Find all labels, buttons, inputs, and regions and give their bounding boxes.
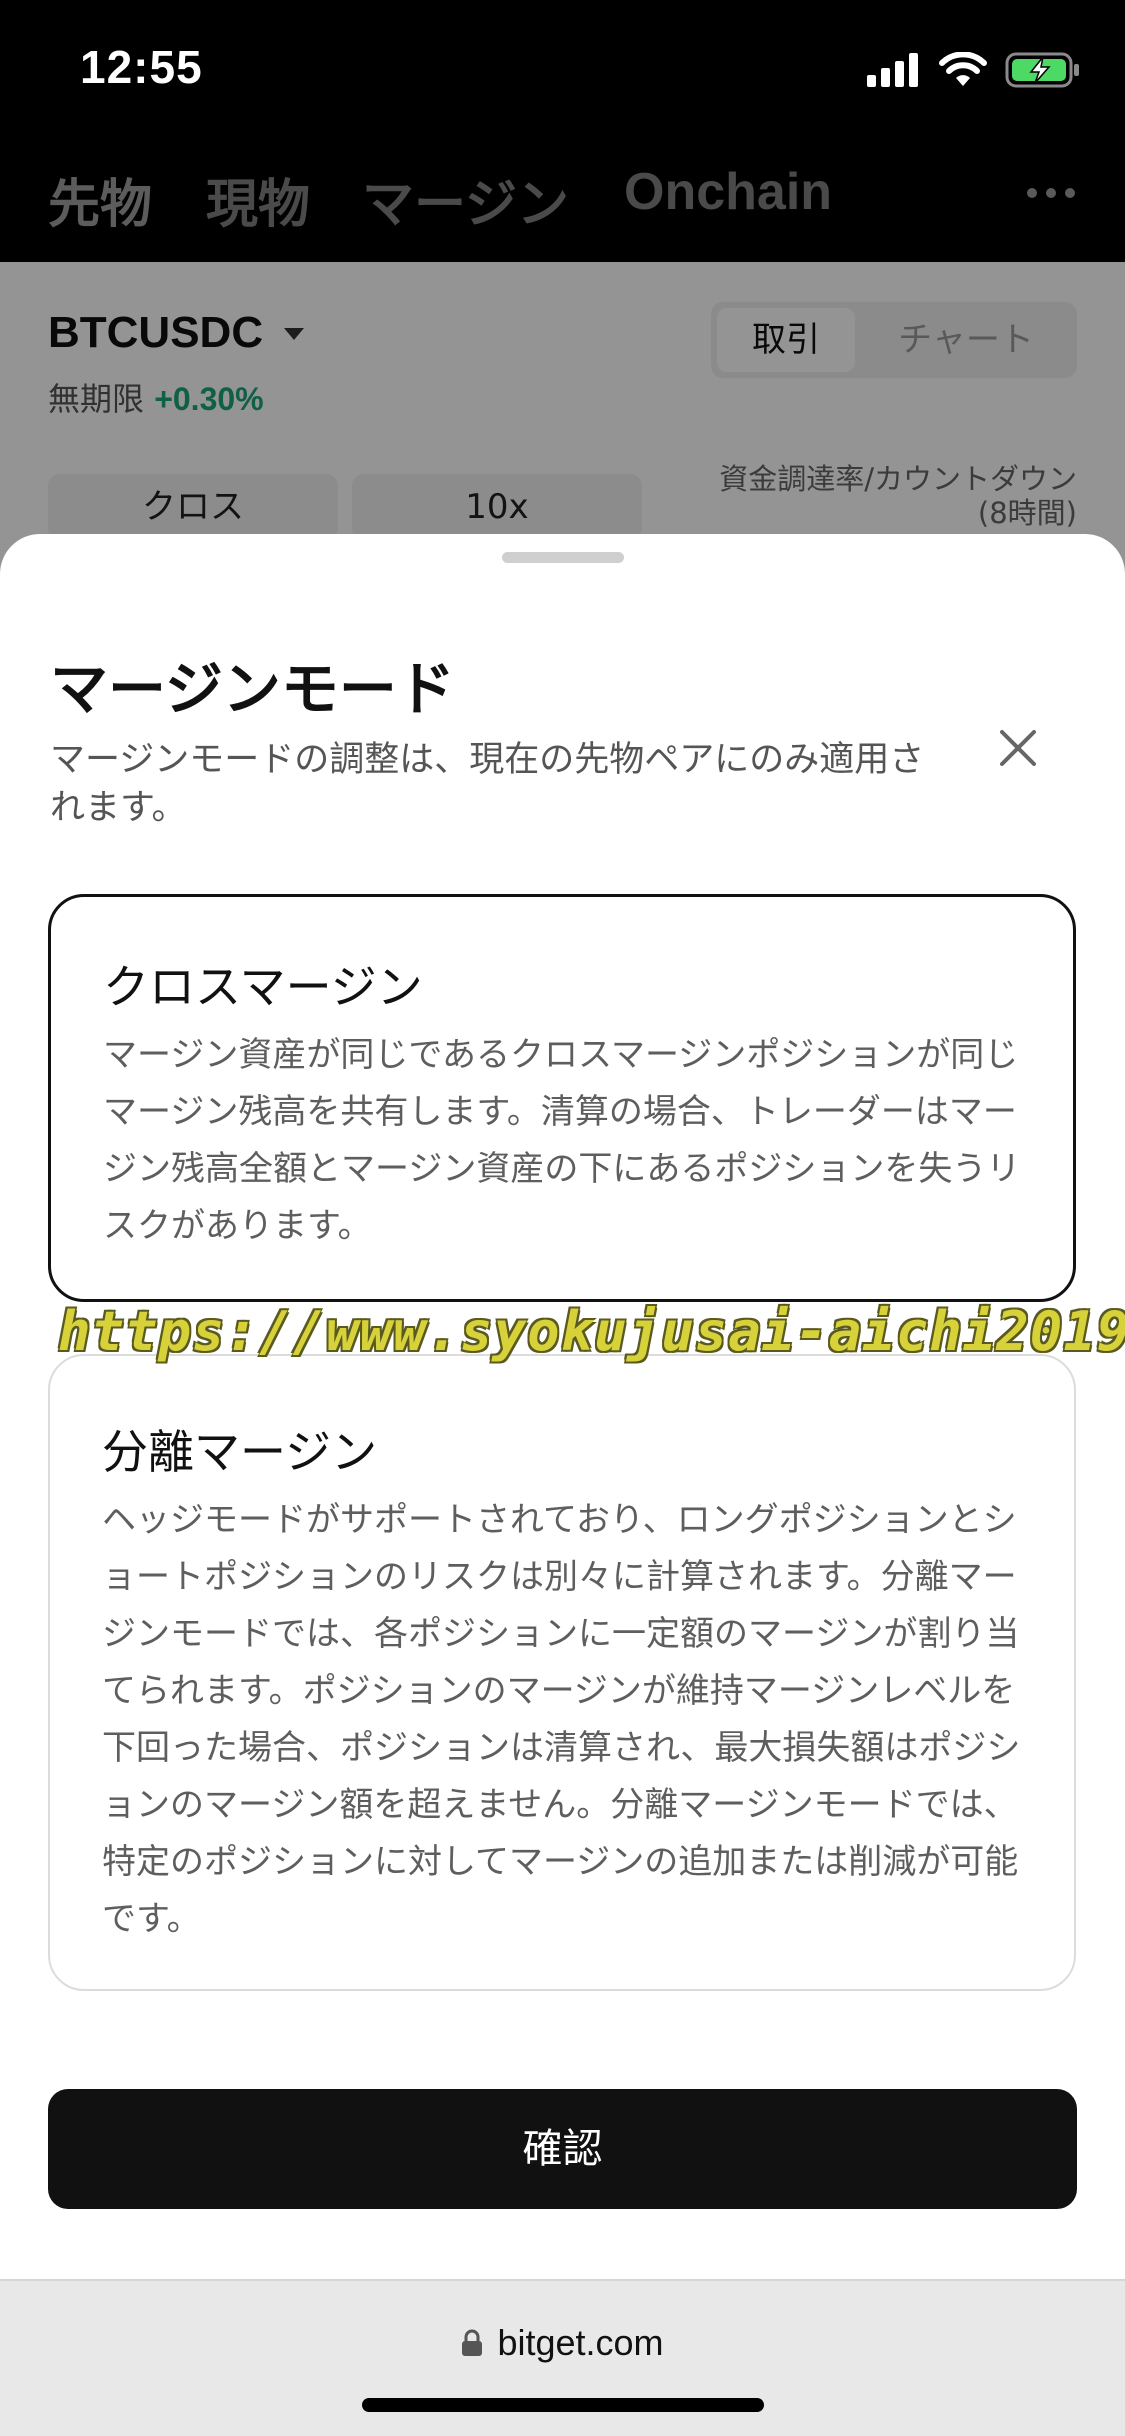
browser-url-bar[interactable]: bitget.com — [0, 2279, 1125, 2436]
sheet-grabber[interactable] — [502, 552, 624, 563]
sheet-title: マージンモード — [50, 655, 455, 723]
status-icons — [867, 48, 1081, 92]
signal-icon — [867, 53, 918, 87]
option-title: 分離マージン — [102, 1425, 378, 1479]
url-text: bitget.com — [497, 2322, 664, 2363]
close-icon[interactable] — [990, 720, 1046, 776]
market-type-tabs: 先物 現物 マージン Onchain — [0, 132, 1125, 262]
screen: 12:55 先物 現物 マージン Onchain BTCUSDC 無期限 +0.… — [0, 0, 1125, 2436]
status-bar: 12:55 — [0, 0, 1125, 132]
lock-icon — [462, 2329, 483, 2356]
margin-mode-sheet: マージンモード マージンモードの調整は、現在の先物ペアにのみ適用されます。 クロ… — [0, 534, 1125, 2279]
tab-margin[interactable]: マージン — [362, 162, 569, 237]
url-display[interactable]: bitget.com — [0, 2315, 1125, 2371]
more-horizontal-icon[interactable] — [1027, 188, 1075, 198]
option-description: ヘッジモードがサポートされており、ロングポジションとショートポジションのリスクは… — [102, 1500, 1021, 1939]
option-isolated-margin[interactable]: 分離マージン ヘッジモードがサポートされており、ロングポジションとショートポジシ… — [48, 1354, 1076, 1991]
battery-charging-icon — [1005, 52, 1079, 88]
watermark-url: https://www.syokujusai-aichi2019.jp/ — [58, 1300, 1125, 1363]
option-cross-margin[interactable]: クロスマージン マージン資産が同じであるクロスマージンポジションが同じマージン残… — [48, 894, 1076, 1302]
wifi-icon — [939, 52, 987, 86]
tab-futures[interactable]: 先物 — [48, 162, 152, 237]
option-title: クロスマージン — [103, 960, 423, 1014]
option-description: マージン資産が同じであるクロスマージンポジションが同じマージン残高を共有します。… — [103, 1035, 1021, 1246]
status-time: 12:55 — [80, 41, 203, 93]
home-indicator[interactable] — [362, 2398, 764, 2412]
tab-onchain[interactable]: Onchain — [624, 162, 832, 222]
confirm-button[interactable]: 確認 — [48, 2089, 1077, 2209]
sheet-subtitle: マージンモードの調整は、現在の先物ペアにのみ適用されます。 — [50, 740, 925, 828]
tab-spot[interactable]: 現物 — [206, 162, 310, 237]
